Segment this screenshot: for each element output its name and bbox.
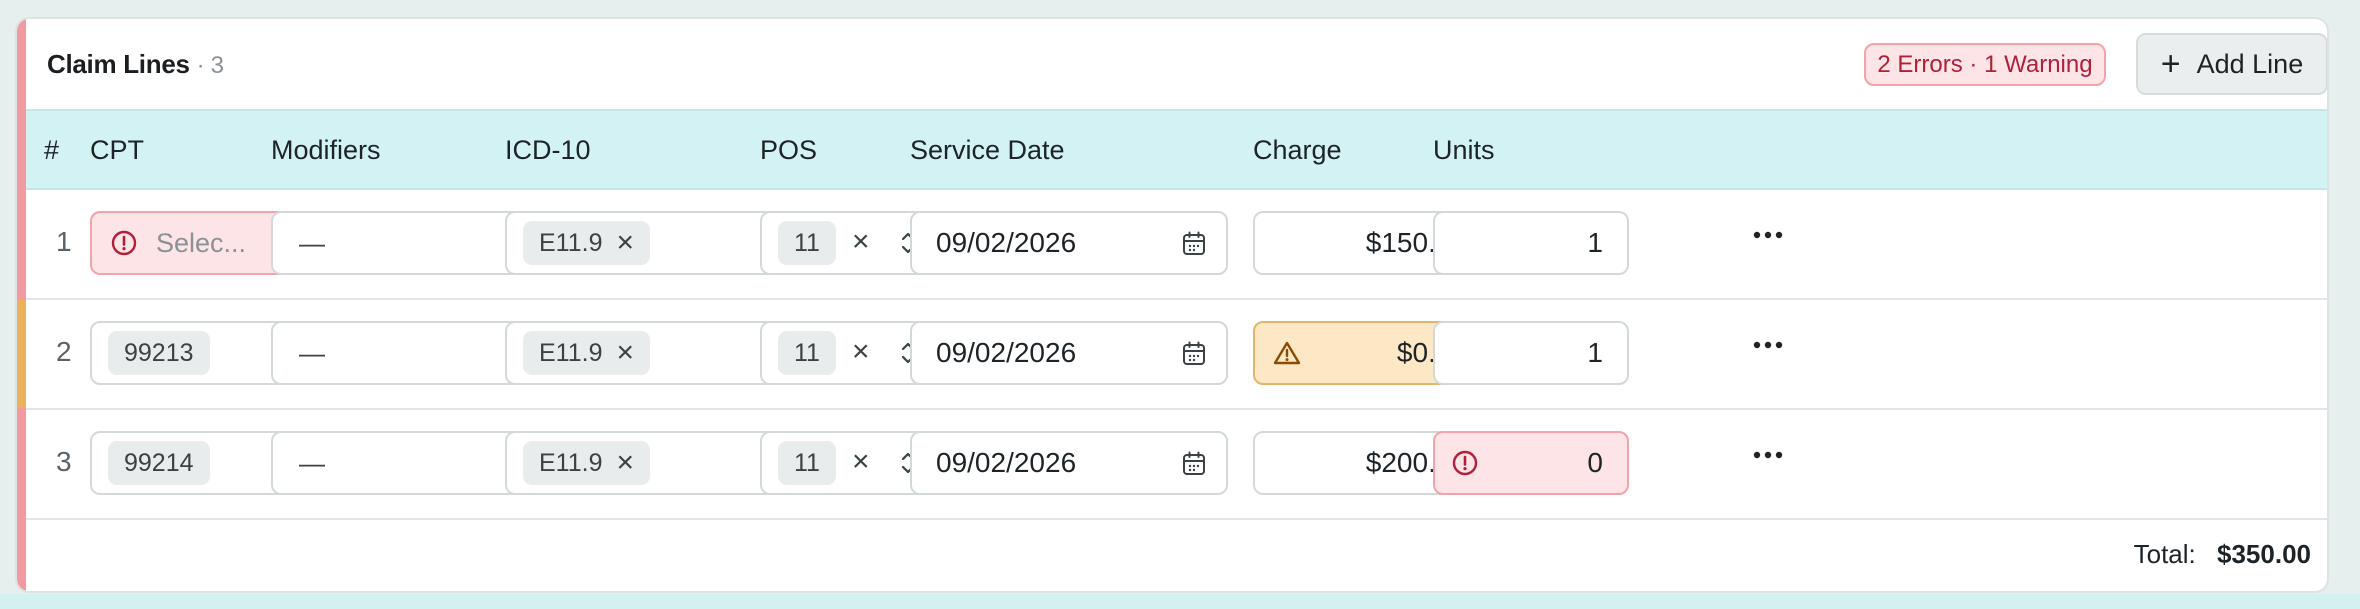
icd10-chip: E11.9 ×	[523, 441, 651, 485]
col-icd10: ICD-10	[505, 135, 591, 165]
modifiers-value: —	[299, 227, 325, 258]
pos-chip: 11	[778, 331, 836, 375]
col-units: Units	[1433, 135, 1495, 165]
remove-chip-icon[interactable]: ×	[616, 448, 634, 478]
card-title-text: Claim Lines	[47, 49, 190, 79]
units-value: 1	[1587, 227, 1603, 258]
add-line-button[interactable]: + Add Line	[2136, 33, 2327, 95]
pos-code: 11	[794, 449, 820, 477]
warning-icon	[1273, 341, 1301, 365]
more-icon[interactable]	[1753, 230, 1783, 240]
row-number: 2	[56, 336, 72, 367]
pos-code: 11	[794, 229, 820, 257]
units-input[interactable]: 1	[1433, 211, 1629, 275]
service-date-value: 09/02/2026	[936, 447, 1077, 478]
claim-total: Total: $350.00	[2134, 539, 2311, 570]
col-modifiers: Modifiers	[271, 135, 381, 165]
col-service-date: Service Date	[910, 135, 1065, 165]
table-row: 1 Selec... — E11.9 × 11 × 09/02/2026 $15…	[17, 190, 2327, 300]
plus-icon: +	[2160, 45, 2181, 83]
row-warning-marker	[17, 300, 26, 408]
col-charge: Charge	[1253, 135, 1342, 165]
clear-icon[interactable]: ×	[852, 337, 870, 367]
service-date-value: 09/02/2026	[936, 227, 1077, 258]
total-value: $350.00	[2217, 539, 2311, 569]
col-cpt: CPT	[90, 135, 144, 165]
units-value: 0	[1587, 447, 1603, 478]
table-row: 3 99214 — E11.9 × 11 × 09/02/2026 $200.0…	[26, 410, 2327, 520]
units-value: 1	[1587, 337, 1603, 368]
icd10-code: E11.9	[539, 339, 603, 367]
remove-chip-icon[interactable]: ×	[616, 228, 634, 258]
cpt-code: 99214	[124, 449, 194, 477]
calendar-icon[interactable]	[1182, 451, 1206, 477]
units-input[interactable]: 1	[1433, 321, 1629, 385]
row-number: 3	[56, 446, 72, 477]
service-date-input[interactable]: 09/02/2026	[910, 431, 1228, 495]
service-date-input[interactable]: 09/02/2026	[910, 211, 1228, 275]
col-num: #	[44, 135, 60, 165]
service-date-input[interactable]: 09/02/2026	[910, 321, 1228, 385]
icd10-chip: E11.9 ×	[523, 221, 651, 265]
row-number: 1	[56, 226, 72, 257]
cpt-chip: 99213	[108, 331, 210, 375]
more-icon[interactable]	[1753, 450, 1783, 460]
units-input[interactable]: 0	[1433, 431, 1629, 495]
cpt-placeholder: Selec...	[156, 227, 247, 258]
card-header: Claim Lines · 3 2 Errors · 1 Warning + A…	[26, 19, 2327, 109]
pos-chip: 11	[778, 221, 836, 265]
card-title: Claim Lines · 3	[47, 49, 224, 80]
page-bottom-strip	[0, 594, 2360, 609]
modifiers-value: —	[299, 447, 325, 478]
cpt-code: 99213	[124, 339, 194, 367]
row-error-marker	[17, 190, 26, 298]
add-line-label: Add Line	[2196, 49, 2304, 79]
calendar-icon[interactable]	[1182, 231, 1206, 257]
modifiers-value: —	[299, 337, 325, 368]
total-label: Total:	[2133, 539, 2196, 569]
clear-icon[interactable]: ×	[852, 447, 870, 477]
error-icon	[1452, 450, 1478, 476]
claim-lines-card: Claim Lines · 3 2 Errors · 1 Warning + A…	[15, 17, 2329, 593]
remove-chip-icon[interactable]: ×	[616, 338, 634, 368]
icd10-code: E11.9	[539, 449, 603, 477]
clear-icon[interactable]: ×	[852, 227, 870, 257]
pos-chip: 11	[778, 441, 836, 485]
more-icon[interactable]	[1753, 340, 1783, 350]
service-date-value: 09/02/2026	[936, 337, 1077, 368]
table-header: # CPT Modifiers ICD-10 POS Service Date …	[26, 109, 2327, 190]
error-icon	[111, 230, 137, 256]
icd10-code: E11.9	[539, 229, 603, 257]
issues-badge[interactable]: 2 Errors · 1 Warning	[1864, 43, 2106, 86]
calendar-icon[interactable]	[1182, 341, 1206, 367]
icd10-chip: E11.9 ×	[523, 331, 651, 375]
table-row: 2 99213 — E11.9 × 11 × 09/02/2026 $0.00 …	[17, 300, 2327, 410]
cpt-chip: 99214	[108, 441, 210, 485]
pos-code: 11	[794, 339, 820, 367]
col-pos: POS	[760, 135, 818, 165]
line-count: · 3	[196, 52, 224, 79]
